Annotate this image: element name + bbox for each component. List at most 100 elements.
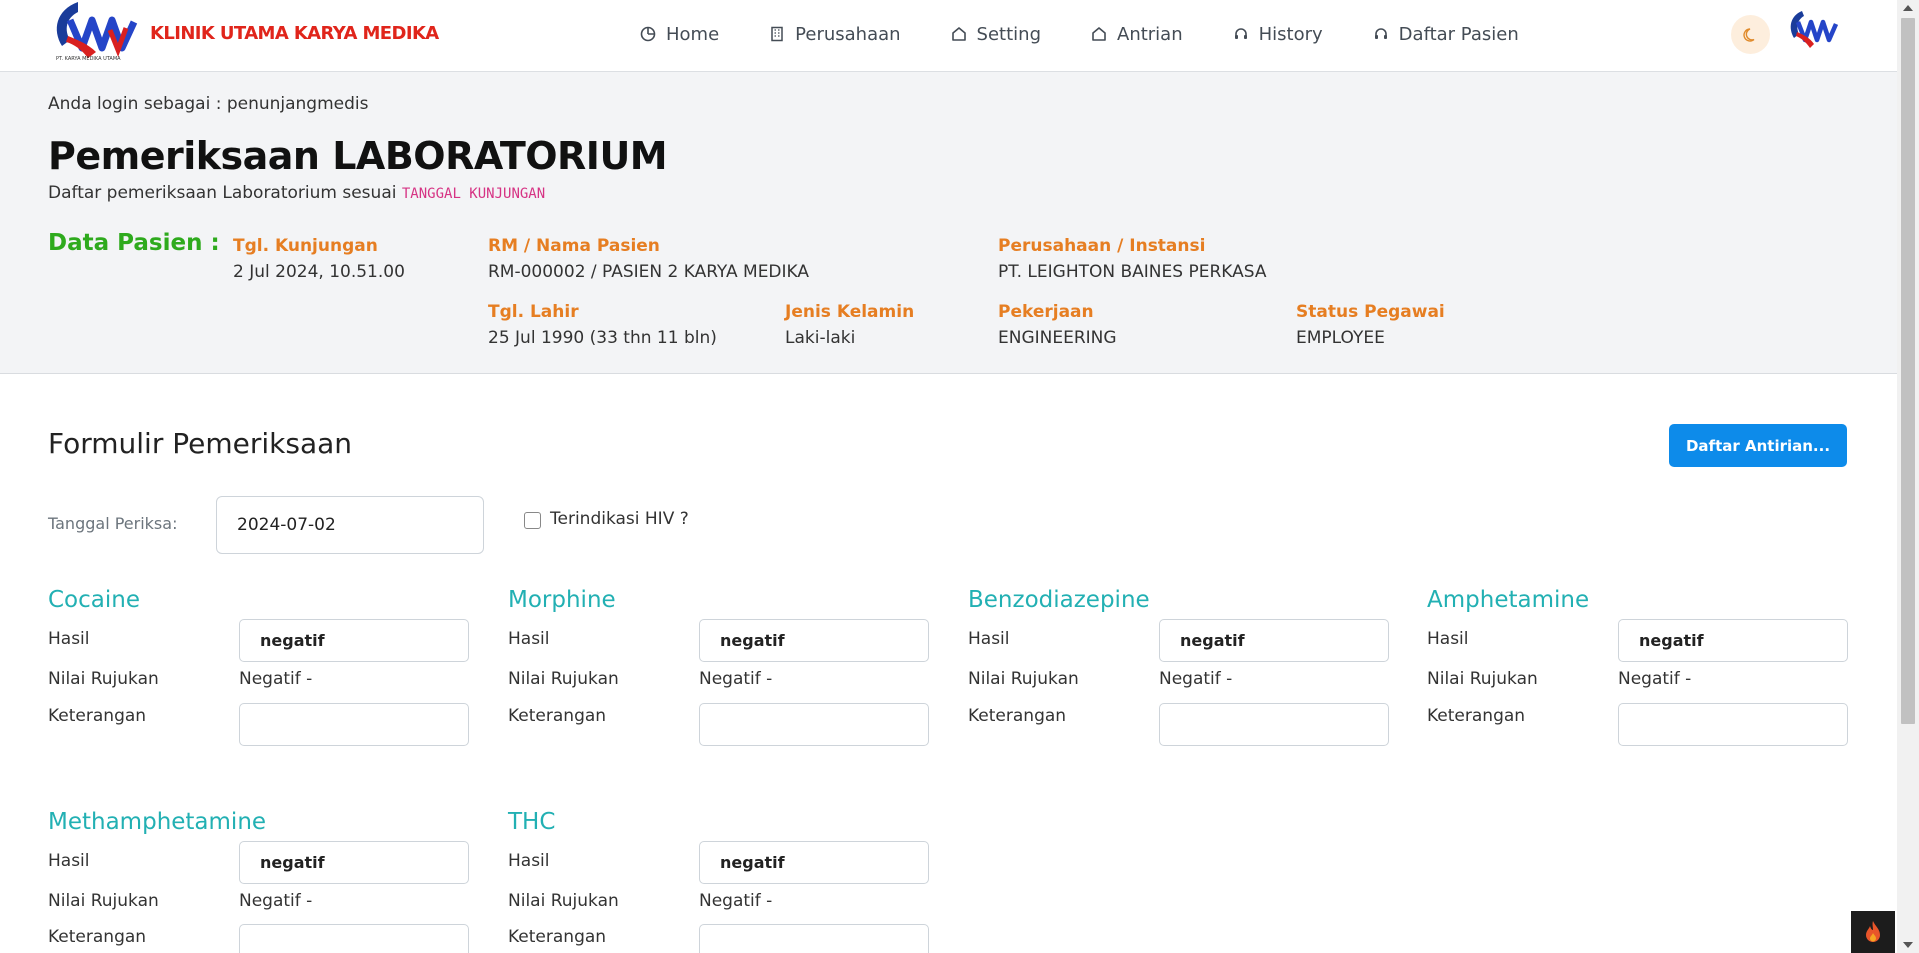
clinic-logo[interactable]: PT. KARYA MEDIKA UTAMA: [48, 0, 138, 70]
rujukan-value: Negatif -: [239, 669, 313, 689]
hasil-label: Hasil: [508, 851, 550, 871]
hasil-label: Hasil: [48, 629, 90, 649]
keterangan-input[interactable]: [239, 703, 469, 746]
rm-nama-label: RM / Nama Pasien: [488, 236, 660, 256]
moon-icon: [1742, 27, 1754, 42]
logo-caption: PT. KARYA MEDIKA UTAMA: [56, 56, 121, 62]
tanggal-periksa-label: Tanggal Periksa:: [48, 514, 178, 533]
nav-antrian[interactable]: Antrian: [1091, 24, 1183, 45]
keterangan-label: Keterangan: [48, 927, 147, 947]
field-jenis-kelamin: Jenis Kelamin Laki-laki: [785, 302, 914, 348]
subtitle-code: TANGGAL KUNJUNGAN: [401, 186, 546, 202]
test-name: Morphine: [508, 587, 616, 613]
scroll-up-arrow-icon[interactable]: [1903, 5, 1913, 11]
hasil-input[interactable]: [699, 841, 929, 884]
vertical-scrollbar[interactable]: [1897, 0, 1919, 953]
data-pasien-label: Data Pasien :: [48, 230, 220, 256]
rujukan-label: Nilai Rujukan: [1427, 669, 1538, 689]
jenis-kelamin-label: Jenis Kelamin: [785, 302, 915, 322]
home-icon: [1092, 27, 1106, 41]
tgl-kunjungan-label: Tgl. Kunjungan: [233, 236, 378, 256]
pekerjaan-label: Pekerjaan: [998, 302, 1094, 322]
flame-icon: [1866, 921, 1880, 942]
navbar: PT. KARYA MEDIKA UTAMA KLINIK UTAMA KARY…: [0, 0, 1897, 72]
hasil-input[interactable]: [1618, 619, 1848, 662]
hasil-input[interactable]: [699, 619, 929, 662]
keterangan-input[interactable]: [699, 924, 929, 953]
test-block-cocaine: Cocaine Hasil Nilai Rujukan Negatif - Ke…: [48, 587, 469, 757]
test-name: Amphetamine: [1427, 587, 1590, 613]
hasil-label: Hasil: [1427, 629, 1469, 649]
flame-widget-button[interactable]: [1851, 911, 1895, 953]
hiv-checkbox[interactable]: [524, 512, 541, 529]
brand-name[interactable]: KLINIK UTAMA KARYA MEDIKA: [150, 23, 439, 44]
keterangan-input[interactable]: [1618, 703, 1848, 746]
form-title: Formulir Pemeriksaan: [48, 427, 353, 460]
rm-nama-value: RM-000002 / PASIEN 2 KARYA MEDIKA: [488, 262, 810, 282]
scrollbar-thumb[interactable]: [1901, 18, 1915, 724]
test-block-amphetamine: Amphetamine Hasil Nilai Rujukan Negatif …: [1427, 587, 1848, 757]
rujukan-label: Nilai Rujukan: [968, 669, 1079, 689]
field-status-pegawai: Status Pegawai EMPLOYEE: [1296, 302, 1445, 348]
keterangan-label: Keterangan: [508, 706, 607, 726]
rujukan-value: Negatif -: [1159, 669, 1233, 689]
nav-daftar-pasien[interactable]: Daftar Pasien: [1373, 24, 1519, 45]
user-avatar-logo[interactable]: [1786, 8, 1840, 58]
page-subtitle: Daftar pemeriksaan Laboratorium sesuai T…: [48, 183, 545, 203]
nav-perusahaan[interactable]: Perusahaan: [769, 23, 901, 45]
rujukan-value: Negatif -: [1618, 669, 1692, 689]
rujukan-value: Negatif -: [699, 669, 773, 689]
test-name: Benzodiazepine: [968, 587, 1150, 613]
nav-setting-label: Setting: [976, 23, 1041, 45]
rujukan-label: Nilai Rujukan: [508, 891, 619, 911]
keterangan-input[interactable]: [239, 924, 469, 953]
daftar-antrian-button[interactable]: Daftar Antirian...: [1669, 424, 1847, 467]
hasil-label: Hasil: [968, 629, 1010, 649]
main-nav: Home Perusahaan Setting Antrian History …: [640, 0, 1569, 68]
nav-history-label: History: [1258, 23, 1323, 45]
keterangan-label: Keterangan: [48, 706, 147, 726]
field-tgl-kunjungan: Tgl. Kunjungan 2 Jul 2024, 10.51.00: [233, 236, 405, 282]
test-block-methamphetamine: Methamphetamine Hasil Nilai Rujukan Nega…: [48, 809, 469, 953]
jenis-kelamin-value: Laki-laki: [785, 328, 856, 348]
keterangan-input[interactable]: [1159, 703, 1389, 746]
status-pegawai-label: Status Pegawai: [1296, 302, 1445, 322]
login-info: Anda login sebagai : penunjangmedis: [48, 94, 369, 114]
keterangan-input[interactable]: [699, 703, 929, 746]
pekerjaan-value: ENGINEERING: [998, 328, 1117, 348]
page-title: Pemeriksaan LABORATORIUM: [48, 134, 668, 178]
headset-icon: [1234, 28, 1247, 39]
scroll-down-arrow-icon[interactable]: [1903, 942, 1913, 948]
test-block-thc: THC Hasil Nilai Rujukan Negatif - Ketera…: [508, 809, 929, 953]
nav-daftar-pasien-label: Daftar Pasien: [1398, 23, 1519, 45]
rujukan-value: Negatif -: [239, 891, 313, 911]
perusahaan-label: Perusahaan / Instansi: [998, 236, 1206, 256]
home-icon: [951, 27, 966, 41]
field-perusahaan: Perusahaan / Instansi PT. LEIGHTON BAINE…: [998, 236, 1266, 282]
nav-history[interactable]: History: [1233, 24, 1323, 45]
keterangan-label: Keterangan: [968, 706, 1067, 726]
perusahaan-value: PT. LEIGHTON BAINES PERKASA: [998, 262, 1267, 282]
keterangan-label: Keterangan: [1427, 706, 1526, 726]
keterangan-label: Keterangan: [508, 927, 607, 947]
tgl-kunjungan-value: 2 Jul 2024, 10.51.00: [233, 262, 405, 282]
nav-perusahaan-label: Perusahaan: [795, 23, 901, 45]
rujukan-label: Nilai Rujukan: [48, 891, 159, 911]
hasil-input[interactable]: [239, 619, 469, 662]
nav-home[interactable]: Home: [640, 24, 719, 45]
rujukan-label: Nilai Rujukan: [508, 669, 619, 689]
hasil-input[interactable]: [1159, 619, 1389, 662]
status-pegawai-value: EMPLOYEE: [1296, 328, 1385, 348]
hasil-label: Hasil: [48, 851, 90, 871]
tanggal-periksa-input[interactable]: [216, 496, 484, 554]
test-name: Cocaine: [48, 587, 140, 613]
building-icon: [771, 26, 783, 42]
nav-antrian-label: Antrian: [1117, 23, 1183, 45]
theme-toggle-button[interactable]: [1731, 15, 1770, 54]
field-rm-nama: RM / Nama Pasien RM-000002 / PASIEN 2 KA…: [488, 236, 809, 282]
nav-setting[interactable]: Setting: [951, 24, 1041, 45]
nav-home-label: Home: [666, 23, 720, 45]
hasil-input[interactable]: [239, 841, 469, 884]
subtitle-text: Daftar pemeriksaan Laboratorium sesuai: [48, 183, 397, 203]
hiv-checkbox-label[interactable]: Terindikasi HIV ?: [550, 509, 689, 529]
